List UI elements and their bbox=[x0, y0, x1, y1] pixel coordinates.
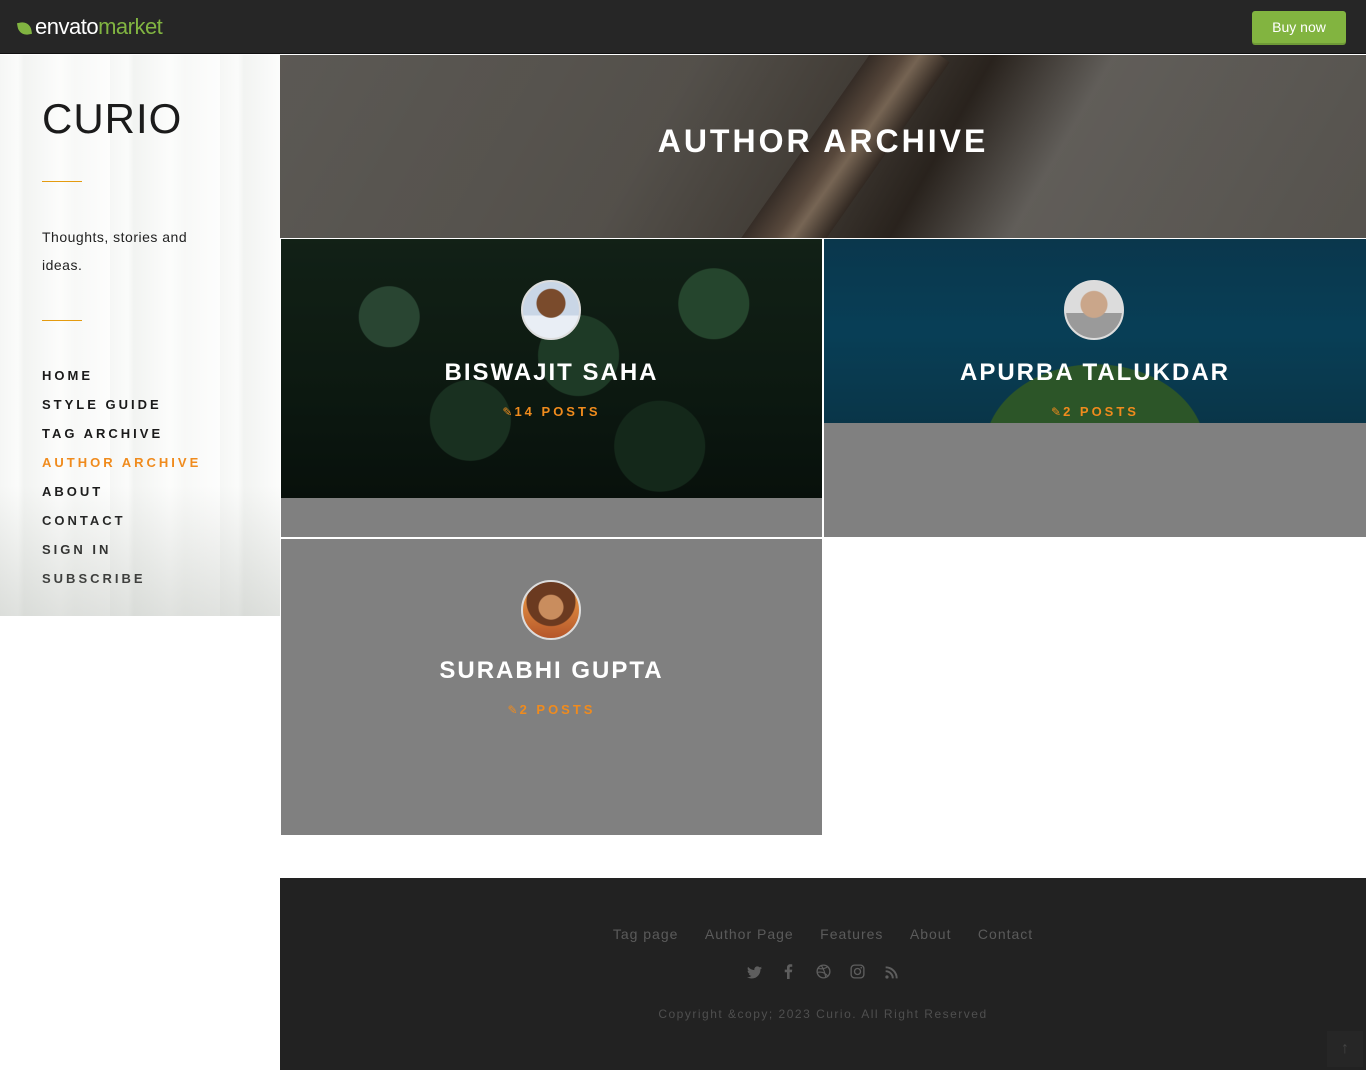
footer-link-author-page[interactable]: Author Page bbox=[705, 926, 794, 942]
facebook-icon[interactable] bbox=[778, 964, 800, 983]
instagram-icon[interactable] bbox=[846, 964, 868, 983]
nav-item-sign-in[interactable]: SIGN IN bbox=[42, 542, 201, 571]
tagline-divider bbox=[42, 320, 82, 321]
logo-text-envato: envato bbox=[35, 14, 99, 39]
author-card-surabhi-gupta[interactable]: SURABHI GUPTA ✎ 2 POSTS bbox=[281, 539, 822, 835]
nav-item-subscribe[interactable]: SUBSCRIBE bbox=[42, 571, 201, 600]
edit-icon: ✎ bbox=[507, 703, 518, 717]
post-count-label: 2 POSTS bbox=[1063, 404, 1139, 419]
site-title[interactable]: CURIO bbox=[42, 95, 182, 143]
footer-nav: Tag page Author Page Features About Cont… bbox=[280, 926, 1366, 944]
footer-link-features[interactable]: Features bbox=[820, 926, 883, 942]
buy-now-button[interactable]: Buy now bbox=[1252, 11, 1346, 43]
rss-icon[interactable] bbox=[881, 966, 903, 983]
footer-link-contact[interactable]: Contact bbox=[978, 926, 1033, 942]
social-links bbox=[280, 964, 1366, 984]
edit-icon: ✎ bbox=[1051, 405, 1062, 419]
post-count-label: 2 POSTS bbox=[519, 702, 596, 717]
author-name[interactable]: BISWAJIT SAHA bbox=[281, 359, 822, 387]
site-tagline: Thoughts, stories and ideas. bbox=[42, 229, 188, 273]
author-avatar[interactable] bbox=[521, 280, 581, 340]
author-post-count: ✎ 14 POSTS bbox=[281, 404, 822, 419]
sidebar: CURIO Thoughts, stories and ideas. HOME … bbox=[0, 55, 280, 616]
footer-link-tag-page[interactable]: Tag page bbox=[613, 926, 679, 942]
nav-item-tag-archive[interactable]: TAG ARCHIVE bbox=[42, 426, 201, 455]
edit-icon: ✎ bbox=[502, 405, 513, 419]
envato-market-logo[interactable]: envato market bbox=[16, 14, 163, 40]
twitter-icon[interactable] bbox=[743, 966, 765, 983]
author-name[interactable]: SURABHI GUPTA bbox=[281, 657, 822, 685]
copyright-text: Copyright &copy; 2023 Curio. All Right R… bbox=[658, 1007, 988, 1021]
nav-item-author-archive[interactable]: AUTHOR ARCHIVE bbox=[42, 455, 201, 484]
back-to-top-button[interactable]: ↑ bbox=[1327, 1031, 1363, 1067]
author-avatar[interactable] bbox=[1064, 280, 1124, 340]
author-card-biswajit-saha[interactable]: BISWAJIT SAHA ✎ 14 POSTS bbox=[281, 239, 822, 537]
nav-item-contact[interactable]: CONTACT bbox=[42, 513, 201, 542]
page-title: AUTHOR ARCHIVE bbox=[657, 123, 989, 159]
title-divider bbox=[42, 181, 82, 182]
author-post-count: ✎ 2 POSTS bbox=[281, 702, 822, 717]
nav-item-home[interactable]: HOME bbox=[42, 368, 201, 397]
envato-leaf-icon bbox=[16, 20, 33, 36]
site-footer: Tag page Author Page Features About Cont… bbox=[280, 878, 1366, 1070]
logo-text-market: market bbox=[98, 14, 163, 39]
author-name[interactable]: APURBA TALUKDAR bbox=[824, 359, 1366, 387]
author-card-apurba-talukdar[interactable]: APURBA TALUKDAR ✎ 2 POSTS bbox=[824, 239, 1366, 537]
post-count-label: 14 POSTS bbox=[514, 404, 601, 419]
author-avatar[interactable] bbox=[521, 580, 581, 640]
nav-item-about[interactable]: ABOUT bbox=[42, 484, 201, 513]
page-hero: AUTHOR ARCHIVE bbox=[280, 55, 1366, 238]
envato-topbar: envato market Buy now bbox=[0, 0, 1366, 54]
author-post-count: ✎ 2 POSTS bbox=[824, 404, 1366, 419]
nav-item-style-guide[interactable]: STYLE GUIDE bbox=[42, 397, 201, 426]
dribbble-icon[interactable] bbox=[812, 964, 834, 983]
footer-link-about[interactable]: About bbox=[910, 926, 952, 942]
sidebar-nav: HOME STYLE GUIDE TAG ARCHIVE AUTHOR ARCH… bbox=[42, 368, 201, 600]
